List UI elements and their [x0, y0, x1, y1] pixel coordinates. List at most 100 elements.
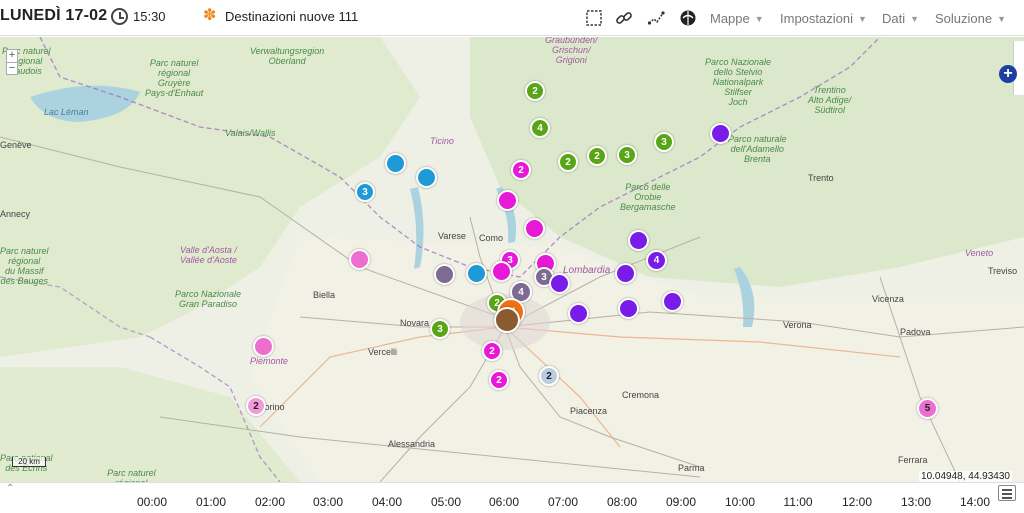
select-area-icon[interactable]: [585, 9, 603, 27]
city-label: Cremona: [622, 390, 660, 400]
map-marker[interactable]: [618, 298, 639, 319]
marker-count: 2: [594, 150, 600, 162]
marker-count: 2: [532, 85, 538, 97]
map-marker[interactable]: [494, 307, 520, 333]
menu-soluzione[interactable]: Soluzione ▼: [935, 11, 1006, 26]
menu-dati-label: Dati: [882, 11, 906, 26]
menu-dati[interactable]: Dati ▼: [882, 11, 919, 26]
region-label: Parco naturale dell'Adamello Brenta: [728, 134, 787, 164]
city-label: Varese: [438, 231, 466, 241]
region-label: Parco delle Orobie Bergamasche: [620, 182, 676, 212]
city-label: Ferrara: [898, 455, 928, 465]
caret-down-icon: ▼: [754, 13, 764, 24]
region-label: Piemonte: [250, 356, 289, 366]
map-marker[interactable]: 2: [539, 366, 559, 386]
marker-count: 3: [661, 136, 667, 148]
map-marker[interactable]: 2: [482, 341, 502, 361]
clock-icon: [111, 8, 128, 25]
coordinates-readout: 10.04948, 44.93430: [919, 471, 1012, 482]
marker-count: 4: [518, 286, 524, 298]
city-label: Trento: [808, 173, 834, 183]
map-marker[interactable]: 5: [917, 398, 938, 419]
map-marker[interactable]: 3: [617, 145, 637, 165]
map-marker[interactable]: [524, 218, 545, 239]
marker-count: 4: [537, 122, 543, 134]
region-label: Graubünden/ Grischun/ Grigioni: [545, 37, 598, 65]
map-marker[interactable]: 2: [489, 370, 509, 390]
region-label: Veneto: [965, 248, 994, 258]
map-marker[interactable]: [385, 153, 406, 174]
city-label: Como: [479, 233, 504, 243]
destinations-label[interactable]: Destinazioni nuove 111: [225, 9, 358, 24]
city-label: Novara: [400, 318, 430, 328]
timeline-hour: 07:00: [547, 495, 579, 509]
city-label: Vercelli: [368, 347, 398, 357]
map-marker[interactable]: 3: [430, 319, 450, 339]
map-marker[interactable]: 2: [246, 396, 266, 416]
region-label: Valle d'Aosta / Vallée d'Aoste: [180, 245, 237, 265]
map-marker[interactable]: [491, 261, 512, 282]
region-label: Lac Léman: [44, 107, 89, 117]
region-label: Ticino: [430, 136, 454, 146]
timeline[interactable]: ⌃ 00:00 01:00 02:00 03:00 04:00 05:00 06…: [0, 482, 1024, 513]
map-canvas[interactable]: Verwaltungsregion Oberland Parc naturel …: [0, 37, 1024, 482]
map-marker[interactable]: [568, 303, 589, 324]
gear-icon[interactable]: ✽: [203, 8, 218, 24]
city-label: Padova: [900, 327, 931, 337]
list-icon[interactable]: [998, 485, 1016, 501]
map-marker[interactable]: 2: [525, 81, 545, 101]
timeline-hour: 12:00: [841, 495, 873, 509]
map-marker[interactable]: [710, 123, 731, 144]
marker-count: 2: [565, 156, 571, 168]
map-marker[interactable]: [549, 273, 570, 294]
map-marker[interactable]: [253, 336, 274, 357]
timeline-hour: 05:00: [430, 495, 462, 509]
map-marker[interactable]: [662, 291, 683, 312]
marker-count: 3: [362, 186, 368, 198]
timeline-hour: 00:00: [136, 495, 168, 509]
map-marker[interactable]: 2: [587, 146, 607, 166]
marker-count: 2: [253, 400, 259, 412]
caret-down-icon: ▼: [857, 13, 867, 24]
region-label: Parc naturel régional de l'adhésion: [107, 468, 156, 482]
link-icon[interactable]: [615, 9, 633, 27]
timeline-hour: 09:00: [665, 495, 697, 509]
map-marker[interactable]: 3: [355, 182, 375, 202]
region-label: Verwaltungsregion Oberland: [250, 46, 325, 66]
marker-count: 2: [489, 345, 495, 357]
map-marker[interactable]: [497, 190, 518, 211]
map-marker[interactable]: 2: [511, 160, 531, 180]
zoom-out-button[interactable]: −: [7, 62, 17, 74]
map-marker[interactable]: [466, 263, 487, 284]
timeline-hour: 14:00: [959, 495, 991, 509]
map-marker[interactable]: [434, 264, 455, 285]
map-marker[interactable]: [416, 167, 437, 188]
scale-bar: 20 km: [12, 457, 46, 467]
timeline-hour: 11:00: [783, 495, 813, 509]
city-label: Biella: [313, 290, 336, 300]
map-marker[interactable]: 2: [558, 152, 578, 172]
add-icon[interactable]: +: [999, 65, 1017, 83]
city-label: Genève: [0, 140, 32, 150]
map-marker[interactable]: [349, 249, 370, 270]
map-marker[interactable]: [615, 263, 636, 284]
palette-icon[interactable]: [679, 9, 697, 27]
menu-impostazioni[interactable]: Impostazioni ▼: [780, 11, 867, 26]
route-icon[interactable]: [647, 9, 665, 27]
region-label: Parco Nazionale Gran Paradiso: [175, 289, 242, 309]
marker-count: 2: [518, 164, 524, 176]
caret-up-icon[interactable]: ⌃: [6, 483, 14, 494]
city-label: Treviso: [988, 266, 1018, 276]
region-label: Valais/Wallis: [225, 128, 276, 138]
region-label: Trentino Alto Adige/ Südtirol: [808, 85, 852, 115]
marker-count: 3: [624, 149, 630, 161]
map-marker[interactable]: 3: [654, 132, 674, 152]
map-marker[interactable]: 4: [646, 250, 667, 271]
caret-down-icon: ▼: [910, 13, 920, 24]
map-marker[interactable]: [628, 230, 649, 251]
menu-mappe[interactable]: Mappe ▼: [710, 11, 764, 26]
marker-count: 2: [546, 370, 552, 382]
zoom-in-button[interactable]: +: [7, 50, 17, 62]
map-marker[interactable]: 4: [530, 118, 550, 138]
region-label: Parc naturel régional du Massif des Baug…: [0, 246, 49, 286]
